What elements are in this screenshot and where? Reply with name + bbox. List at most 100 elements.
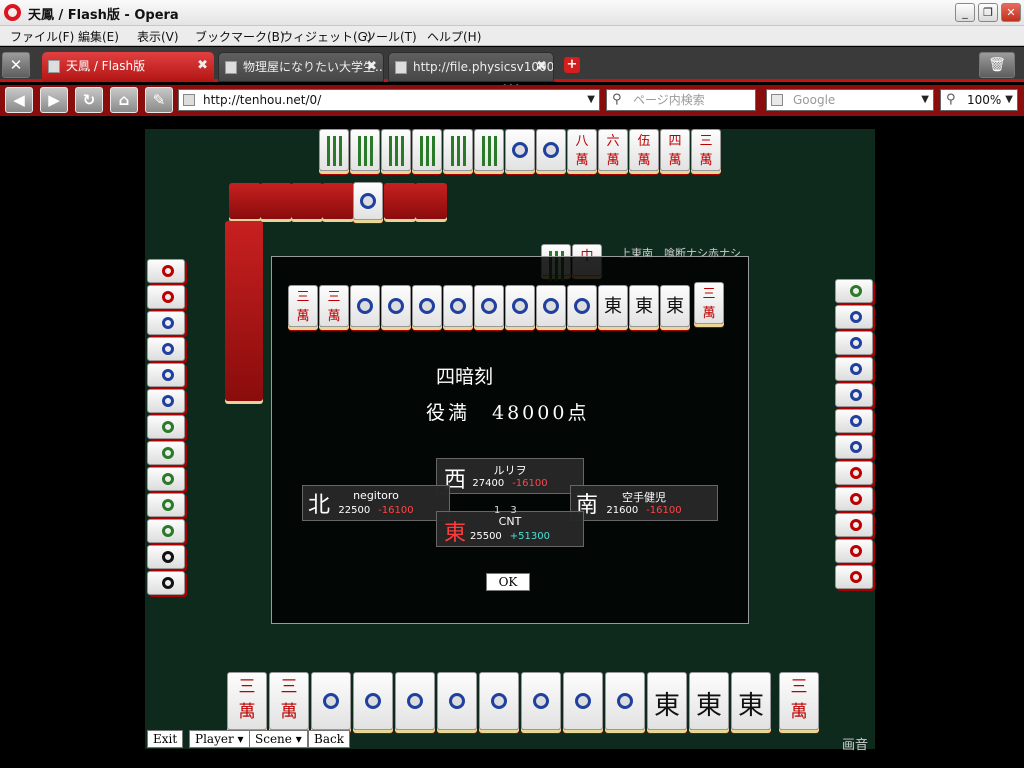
tile-icon	[835, 409, 873, 433]
tile-icon	[835, 435, 873, 459]
page-search-input[interactable]: ⚲ ページ内検索	[606, 89, 756, 111]
tab-close-icon[interactable]: ✖	[197, 52, 208, 80]
tab-bar: ✕ 天鳳 / Flash版 ✖ 物理屋になりたい大学生... ✖ http://…	[0, 47, 1024, 82]
tile-icon: 東	[598, 285, 628, 327]
tile-icon: 東	[660, 285, 690, 327]
tab-close-icon[interactable]: ✖	[366, 53, 377, 81]
close-button[interactable]: ✕	[1001, 3, 1021, 22]
dora-indicator-tile	[353, 182, 383, 220]
tile-icon[interactable]	[605, 672, 645, 730]
tile-icon	[147, 311, 185, 335]
forward-icon[interactable]: ▶	[40, 87, 68, 113]
tile-icon[interactable]: 三萬	[227, 672, 267, 730]
address-url: http://tenhou.net/0/	[203, 93, 322, 107]
wall-tile	[415, 183, 447, 219]
minimize-button[interactable]: _	[955, 3, 975, 22]
address-field[interactable]: http://tenhou.net/0/ ▼	[178, 89, 600, 111]
tile-icon	[147, 519, 185, 543]
tile-icon[interactable]	[479, 672, 519, 730]
tile-icon	[835, 357, 873, 381]
zoom-label: 100%	[967, 93, 1002, 107]
zoom-icon: ⚲	[946, 92, 956, 107]
score-delta: -16100	[378, 505, 414, 516]
menu-help[interactable]: ヘルプ(H)	[427, 28, 481, 45]
wind-north: 北	[308, 493, 331, 518]
wall-tile	[384, 183, 416, 219]
edit-icon[interactable]: ✎	[145, 87, 173, 113]
tile-icon: 八萬	[567, 129, 597, 171]
chevron-down-icon[interactable]: ▼	[1005, 90, 1013, 110]
wall-tile	[291, 183, 323, 219]
zoom-select[interactable]: ⚲ 100% ▼	[940, 89, 1018, 111]
tile-icon[interactable]	[395, 672, 435, 730]
mahjong-game[interactable]: 八萬 六萬 伍萬 四萬 三萬 中 上東南 喰断ナシ赤ナシ 三萬 三萬 東	[145, 129, 875, 749]
page-icon	[225, 61, 237, 74]
tile-icon	[835, 279, 873, 303]
tile-icon	[835, 487, 873, 511]
tile-icon	[147, 571, 185, 595]
tile-icon[interactable]: 三萬	[269, 672, 309, 730]
maximize-button[interactable]: ❐	[978, 3, 998, 22]
sound-settings-label[interactable]: 画音	[842, 734, 868, 753]
menu-widgets[interactable]: ウィジェット(G)	[281, 28, 372, 45]
tile-icon[interactable]	[437, 672, 477, 730]
tile-icon	[835, 305, 873, 329]
menu-tools[interactable]: ツール(T)	[364, 28, 417, 45]
back-icon[interactable]: ◀	[5, 87, 33, 113]
tile-icon	[835, 565, 873, 589]
menu-file[interactable]: ファイル(F)	[10, 28, 74, 45]
tile-icon[interactable]	[563, 672, 603, 730]
tile-icon	[474, 285, 504, 327]
player-score: 21600	[606, 505, 639, 516]
tile-icon	[381, 129, 411, 171]
menu-view[interactable]: 表示(V)	[137, 28, 179, 45]
winning-tile-icon: 三萬	[694, 282, 724, 324]
tile-icon[interactable]	[353, 672, 393, 730]
tab-physics-blog[interactable]: 物理屋になりたい大学生... ✖	[218, 52, 384, 82]
yaku-name: 四暗刻	[436, 366, 494, 388]
tile-icon	[835, 461, 873, 485]
home-icon[interactable]: ⌂	[110, 87, 138, 113]
menu-bookmarks[interactable]: ブックマーク(B)	[195, 28, 285, 45]
tile-icon[interactable]	[521, 672, 561, 730]
reload-icon[interactable]: ↻	[75, 87, 103, 113]
tile-icon	[350, 285, 380, 327]
tab-physics-file[interactable]: http://file.physicsv1000... ✖	[388, 52, 554, 82]
tile-icon[interactable]	[311, 672, 351, 730]
menu-edit[interactable]: 編集(E)	[78, 28, 119, 45]
ok-button[interactable]: OK	[486, 573, 530, 591]
tile-icon: 四萬	[660, 129, 690, 171]
tab-label: 天鳳 / Flash版	[66, 59, 146, 73]
search-icon: ⚲	[612, 92, 622, 107]
tab-close-icon[interactable]: ✖	[536, 53, 547, 81]
tile-icon[interactable]: 東	[731, 672, 771, 730]
tools-icon[interactable]: ✕	[2, 52, 30, 78]
yakuman-score: 役満 48000点	[426, 402, 590, 424]
tile-icon: 六萬	[598, 129, 628, 171]
player-menu-button[interactable]: Player ▾	[189, 730, 250, 748]
back-button[interactable]: Back	[308, 730, 350, 748]
wind-east: 東	[444, 521, 467, 546]
web-search-input[interactable]: Google ▼	[766, 89, 934, 111]
new-tab-button[interactable]: +	[564, 57, 580, 73]
trash-icon[interactable]: 🗑	[979, 52, 1015, 78]
tile-icon	[147, 467, 185, 491]
wall-column	[225, 221, 263, 401]
tile-icon	[412, 129, 442, 171]
result-dialog: 三萬 三萬 東 東 東 三萬 四暗刻 役満 48000点 ルリヲ 27400 -1…	[271, 256, 749, 624]
tile-icon: 伍萬	[629, 129, 659, 171]
scene-menu-button[interactable]: Scene ▾	[249, 730, 308, 748]
exit-button[interactable]: Exit	[147, 730, 184, 748]
page-icon	[395, 61, 407, 74]
tile-icon[interactable]: 東	[689, 672, 729, 730]
chevron-down-icon[interactable]: ▼	[921, 90, 929, 110]
score-delta: -16100	[512, 478, 548, 489]
tile-icon[interactable]: 東	[647, 672, 687, 730]
player-score: 22500	[338, 505, 371, 516]
player-score: 25500	[469, 531, 502, 542]
tile-icon[interactable]: 三萬	[779, 672, 819, 730]
menu-bar: ファイル(F) 編集(E) 表示(V) ブックマーク(B) ウィジェット(G) …	[0, 26, 1024, 46]
chevron-down-icon[interactable]: ▼	[587, 90, 595, 110]
tab-tenhou[interactable]: 天鳳 / Flash版 ✖	[42, 52, 214, 82]
title-bar: 天鳳 / Flash版 - Opera _ ❐ ✕	[0, 0, 1024, 26]
